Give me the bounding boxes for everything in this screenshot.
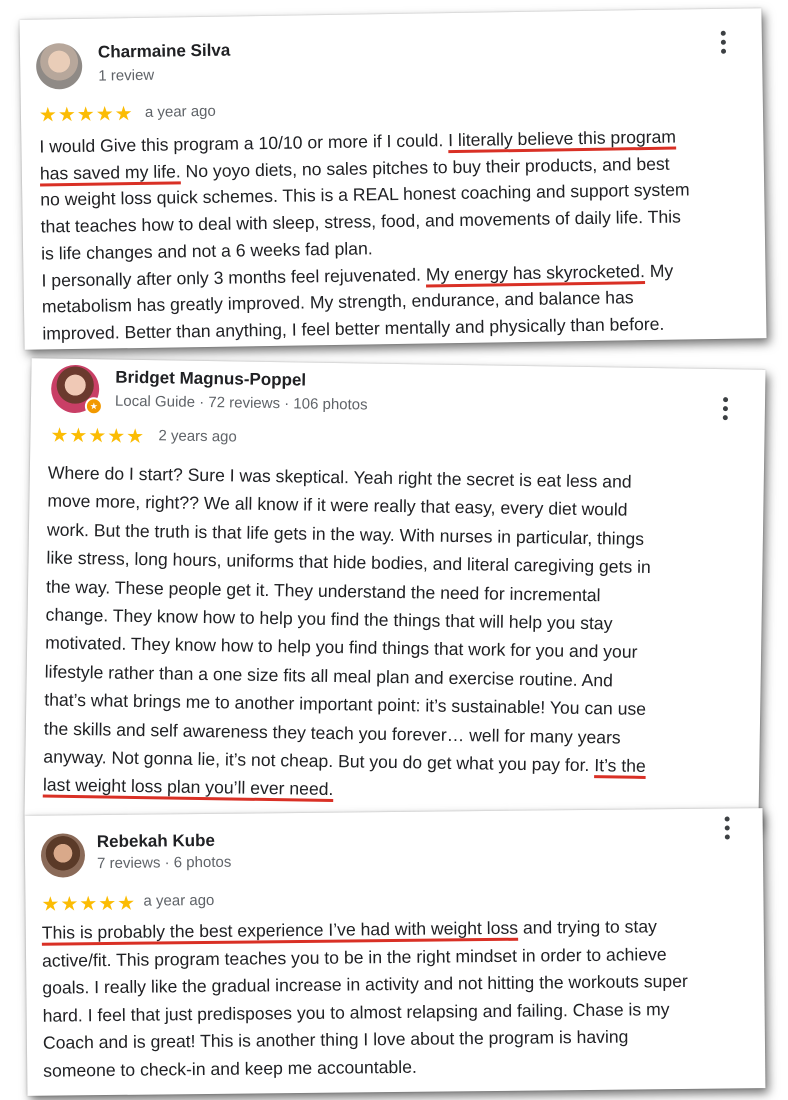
star-rating: ★★★★★ <box>50 424 146 449</box>
avatar[interactable] <box>35 42 83 90</box>
review-card: Rebekah Kube 7 reviews · 6 photos ★★★★★ … <box>24 808 766 1096</box>
avatar[interactable] <box>40 833 86 878</box>
review-date: a year ago <box>143 891 215 910</box>
reviewer-name[interactable]: Charmaine Silva <box>98 41 231 63</box>
text-span: No yoyo diets, no sales pitches to buy t… <box>180 153 670 182</box>
highlighted-text: I literally believe this program <box>448 126 677 151</box>
reviewer-meta: 1 review <box>98 66 155 85</box>
more-options-icon[interactable] <box>722 397 729 424</box>
more-options-icon[interactable] <box>720 30 727 58</box>
star-rating: ★★★★★ <box>41 892 137 916</box>
more-options-icon[interactable] <box>724 816 731 843</box>
text-span: anyway. Not gonna lie, it’s not cheap. B… <box>43 746 595 776</box>
avatar[interactable]: ★ <box>50 364 104 416</box>
highlighted-text: My energy has skyrocketed. <box>425 260 646 285</box>
review-text: This is probably the best experience I’v… <box>42 913 689 1085</box>
highlighted-text: has saved my life. <box>39 161 181 184</box>
reviewer-meta: 7 reviews · 6 photos <box>96 853 232 873</box>
highlighted-text: This is probably the best experience I’v… <box>41 917 519 943</box>
review-date: 2 years ago <box>158 427 237 446</box>
review-text: Where do I start? Sure I was skeptical. … <box>43 459 653 809</box>
review-date: a year ago <box>144 102 216 121</box>
review-text: I would Give this program a 10/10 or mor… <box>39 123 692 347</box>
text-span: I would Give this program a 10/10 or mor… <box>39 130 449 157</box>
highlighted-text: It’s the <box>594 755 646 777</box>
review-card: ★ Bridget Magnus-Poppel Local Guide · 72… <box>24 358 766 828</box>
text-span: and trying to stay <box>517 916 657 938</box>
reviewer-meta: Local Guide · 72 reviews · 106 photos <box>114 392 368 414</box>
reviewer-name[interactable]: Rebekah Kube <box>97 831 215 852</box>
reviewer-name[interactable]: Bridget Magnus-Poppel <box>115 368 306 391</box>
review-card: Charmaine Silva 1 review ★★★★★ a year ag… <box>19 8 767 350</box>
star-rating: ★★★★★ <box>38 103 134 127</box>
text-span: My <box>644 260 674 281</box>
local-guide-badge-icon: ★ <box>84 397 104 416</box>
text-span: I personally after only 3 months feel re… <box>41 264 427 291</box>
highlighted-text: last weight loss plan you’ll ever need. <box>42 774 334 800</box>
